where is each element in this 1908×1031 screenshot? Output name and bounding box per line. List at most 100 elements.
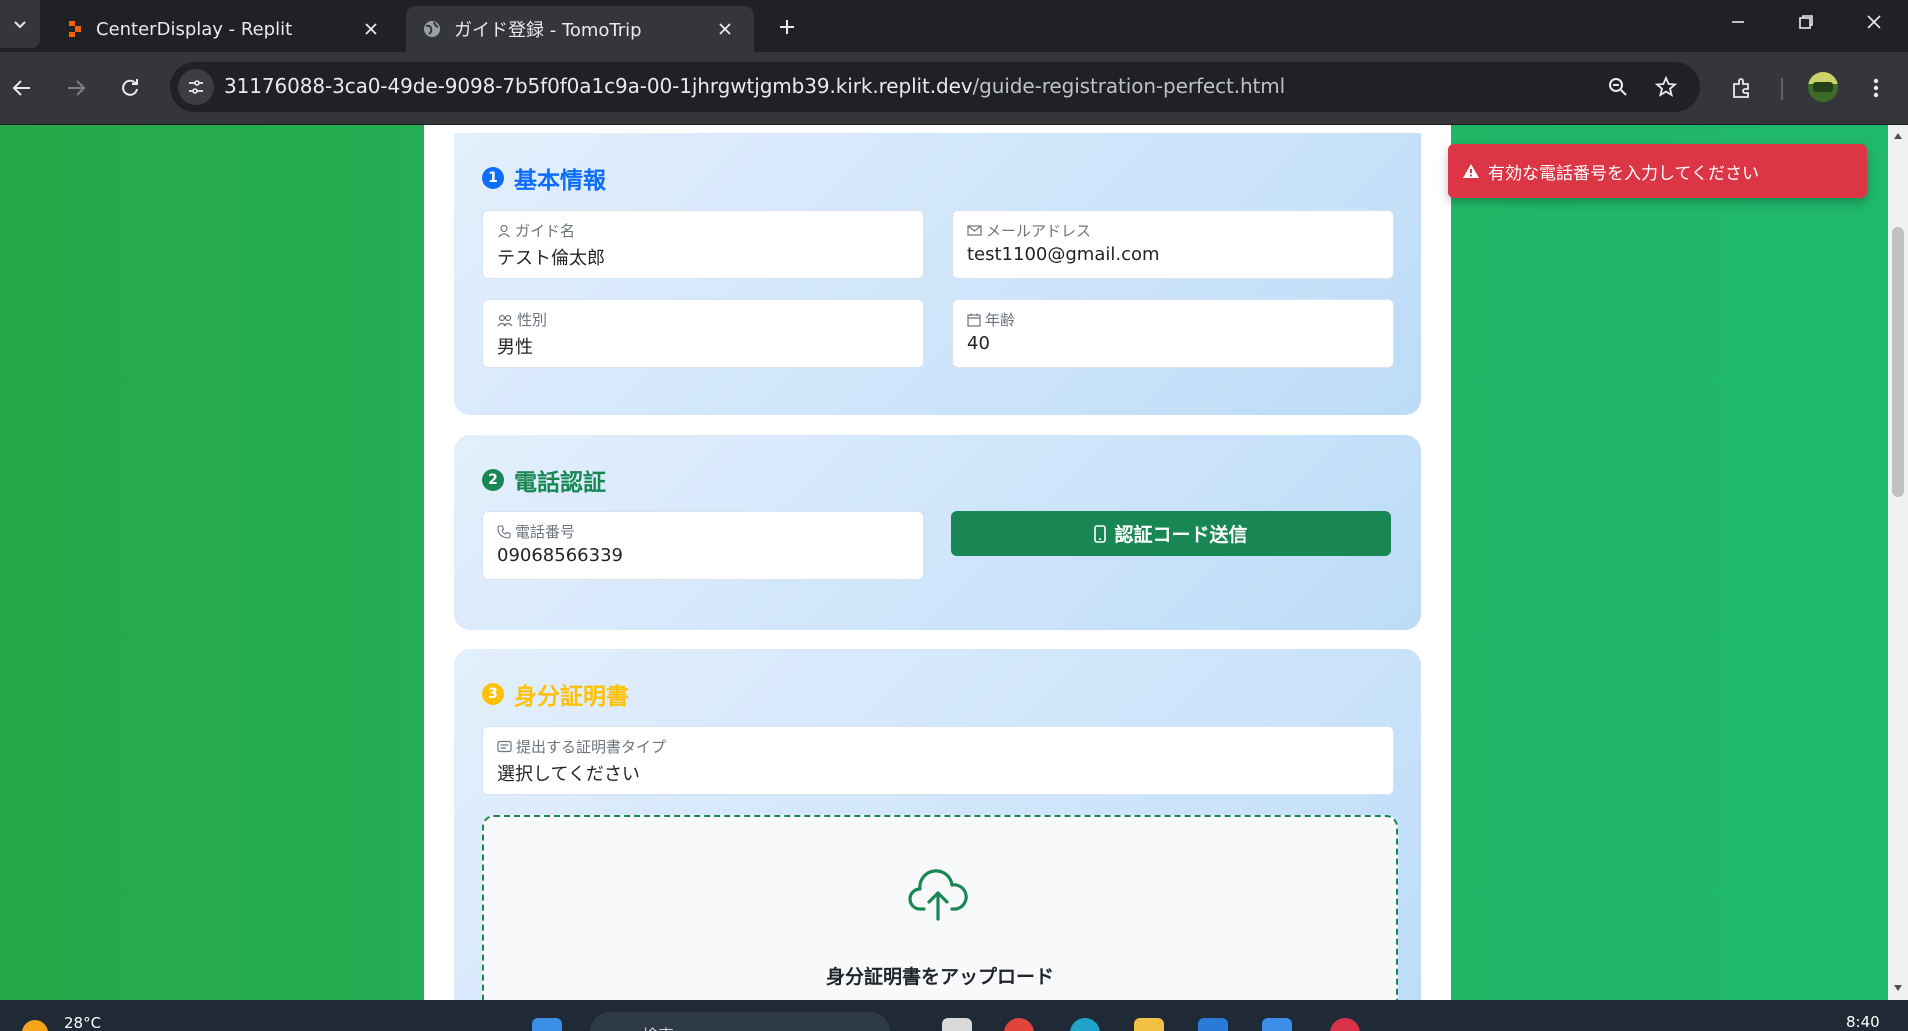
email-label: メールアドレス: [967, 220, 1091, 241]
clock-time[interactable]: 8:40: [1846, 1013, 1880, 1031]
guide-name-label: ガイド名: [497, 220, 575, 241]
phone-label: 電話番号: [497, 521, 575, 542]
forward-button[interactable]: [58, 70, 94, 106]
guide-name-value: テスト倫太郎: [497, 248, 605, 269]
url-host: 31176088-3ca0-49de-9098-7b5f0f0a1c9a-00-…: [224, 74, 973, 98]
weather-sun-icon[interactable]: [22, 1020, 48, 1031]
zoom-icon: [1609, 78, 1627, 96]
step-badge: 3: [482, 683, 504, 705]
site-info-button[interactable]: [178, 69, 214, 105]
email-value: test1100@gmail.com: [967, 244, 1160, 265]
section-heading: 基本情報: [514, 168, 606, 194]
browser-menu-button[interactable]: [1858, 70, 1894, 106]
send-button-label: 認証コード送信: [1114, 524, 1248, 546]
step-badge: 2: [482, 469, 504, 491]
phone-verification-section: 2 電話認証 電話番号 09068566339 認証コード送信: [454, 435, 1421, 630]
scroll-down-button[interactable]: [1892, 981, 1904, 995]
section-heading: 電話認証: [514, 470, 606, 496]
error-toast: 有効な電話番号を入力してください: [1448, 144, 1867, 198]
email-field[interactable]: メールアドレス test1100@gmail.com: [952, 210, 1394, 279]
guide-name-field[interactable]: ガイド名 テスト倫太郎: [482, 210, 924, 279]
chrome-icon[interactable]: [1004, 1018, 1034, 1031]
age-label: 年齢: [967, 309, 1015, 330]
weather-temperature[interactable]: 28°C: [64, 1014, 101, 1031]
gender-select[interactable]: 性別 男性: [482, 299, 924, 368]
bookmark-button[interactable]: [1652, 73, 1680, 101]
age-field[interactable]: 年齢 40: [952, 299, 1394, 368]
scroll-up-button[interactable]: [1892, 129, 1904, 143]
app-icon[interactable]: [1198, 1018, 1228, 1031]
tab-title: ガイド登録 - TomoTrip: [454, 20, 642, 41]
minimize-icon: [1732, 21, 1744, 23]
envelope-icon: [967, 225, 982, 236]
new-tab-button[interactable]: [770, 10, 804, 44]
label-text: 電話番号: [515, 523, 576, 541]
close-icon: [1867, 15, 1881, 29]
tab-bar: CenterDisplay - Replit ガイド登録 - TomoTrip: [0, 0, 1908, 52]
folder-icon[interactable]: [1134, 1018, 1164, 1031]
replit-icon: [69, 21, 81, 37]
tune-icon: [189, 80, 203, 94]
chevron-down-icon: [14, 21, 26, 29]
tab-title: CenterDisplay - Replit: [96, 18, 293, 40]
gender-value: 男性: [497, 337, 533, 358]
document-upload-dropzone[interactable]: 身分証明書をアップロード: [482, 815, 1398, 1000]
tab-centerdisplay[interactable]: CenterDisplay - Replit: [50, 6, 400, 52]
basic-info-section: 1 基本情報 ガイド名 テスト倫太郎 メールアドレス test1100@gmai…: [454, 133, 1421, 415]
app-icon[interactable]: [1330, 1018, 1360, 1031]
zoom-button[interactable]: [1604, 73, 1632, 101]
close-window-button[interactable]: [1842, 0, 1906, 44]
close-icon: [365, 23, 377, 35]
smartphone-icon: [1094, 524, 1107, 543]
puzzle-icon: [1733, 78, 1749, 98]
restore-button[interactable]: [1774, 0, 1838, 44]
arrow-right-icon: [68, 80, 86, 96]
address-bar[interactable]: 31176088-3ca0-49de-9098-7b5f0f0a1c9a-00-…: [170, 62, 1700, 112]
page-scrollbar[interactable]: [1888, 125, 1908, 1000]
identity-document-section: 3 身分証明書 提出する証明書タイプ 選択してください 身分証明書をアップロード: [454, 649, 1421, 1000]
search-placeholder: 検索: [642, 1022, 674, 1031]
section-title-basic: 1 基本情報: [482, 161, 606, 195]
calendar-icon: [967, 313, 981, 327]
app-icon[interactable]: [1262, 1018, 1292, 1031]
minimize-button[interactable]: [1706, 0, 1770, 44]
tab-search-button[interactable]: [0, 0, 40, 48]
document-type-select[interactable]: 提出する証明書タイプ 選択してください: [482, 726, 1394, 795]
card-icon: [497, 740, 512, 753]
page-viewport: 1 基本情報 ガイド名 テスト倫太郎 メールアドレス test1100@gmai…: [0, 125, 1888, 1000]
phone-number-field[interactable]: 電話番号 09068566339: [482, 511, 924, 580]
browser-toolbar: 31176088-3ca0-49de-9098-7b5f0f0a1c9a-00-…: [0, 52, 1908, 125]
registration-form-container: 1 基本情報 ガイド名 テスト倫太郎 メールアドレス test1100@gmai…: [424, 125, 1451, 1000]
label-text: 性別: [517, 311, 548, 329]
url-text: 31176088-3ca0-49de-9098-7b5f0f0a1c9a-00-…: [224, 74, 1285, 98]
app-icon[interactable]: [942, 1018, 972, 1031]
scrollbar-thumb[interactable]: [1892, 227, 1904, 497]
os-taskbar: 28°C 検索 8:40: [0, 1000, 1908, 1031]
close-tab-button[interactable]: [712, 16, 738, 42]
cloud-upload-icon: [908, 869, 968, 921]
plus-icon: [780, 20, 794, 34]
extensions-button[interactable]: [1724, 70, 1760, 106]
send-verification-code-button[interactable]: 認証コード送信: [951, 511, 1391, 556]
document-type-value: 選択してください: [497, 764, 640, 785]
edge-icon[interactable]: [1070, 1018, 1100, 1031]
more-vertical-icon: [1873, 78, 1879, 98]
back-button[interactable]: [4, 70, 40, 106]
section-title-phone: 2 電話認証: [482, 463, 606, 497]
phone-number-value: 09068566339: [497, 545, 623, 566]
arrow-left-icon: [12, 80, 30, 96]
reload-button[interactable]: [112, 70, 148, 106]
profile-avatar[interactable]: [1808, 72, 1838, 102]
label-text: メールアドレス: [986, 222, 1092, 240]
taskbar-search[interactable]: 検索: [590, 1012, 890, 1031]
phone-icon: [497, 524, 511, 539]
close-tab-button[interactable]: [358, 16, 384, 42]
document-type-label: 提出する証明書タイプ: [497, 736, 666, 757]
upload-title: 身分証明書をアップロード: [825, 966, 1054, 988]
windows-start-icon[interactable]: [532, 1018, 562, 1031]
toast-message: 有効な電話番号を入力してください: [1488, 163, 1759, 184]
label-text: 提出する証明書タイプ: [516, 738, 667, 756]
close-icon: [719, 23, 731, 35]
tab-guide-registration[interactable]: ガイド登録 - TomoTrip: [406, 6, 754, 52]
label-text: ガイド名: [515, 222, 576, 240]
